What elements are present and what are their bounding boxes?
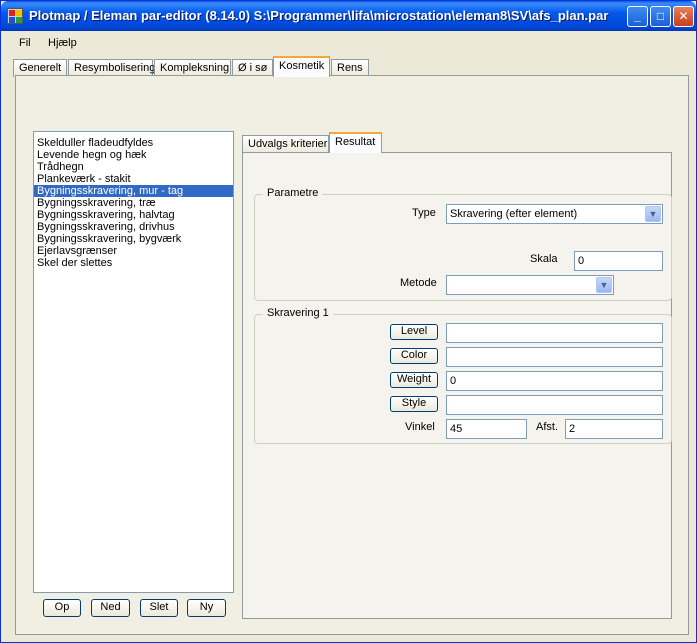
list-item[interactable]: Bygningsskravering, træ	[34, 197, 233, 209]
weight-input[interactable]: 0	[446, 371, 663, 391]
list-item-selected[interactable]: Bygningsskravering, mur - tag	[34, 185, 233, 197]
menu-hjaelp[interactable]: Hjælp	[48, 37, 77, 49]
skravering-group: Skravering 1 Level Color Weight 0 Style …	[254, 307, 672, 444]
afst-label: Afst.	[536, 421, 559, 433]
up-button[interactable]: Op	[43, 599, 81, 617]
metode-label: Metode	[400, 277, 437, 289]
afst-input[interactable]: 2	[565, 419, 663, 439]
metode-select[interactable]: ▼	[446, 275, 614, 295]
vinkel-input[interactable]: 45	[446, 419, 527, 439]
menu-fil[interactable]: Fil	[19, 37, 31, 49]
chevron-down-icon[interactable]: ▼	[645, 206, 661, 222]
down-button[interactable]: Ned	[91, 599, 130, 617]
color-input[interactable]	[446, 347, 663, 367]
type-select-value: Skravering (efter element)	[450, 208, 578, 220]
chevron-down-icon[interactable]: ▼	[596, 277, 612, 293]
skala-input[interactable]: 0	[574, 251, 663, 271]
style-button[interactable]: Style	[390, 396, 438, 412]
list-item[interactable]: Trådhegn	[34, 161, 233, 173]
minimize-button[interactable]: _	[627, 6, 648, 27]
style-input[interactable]	[446, 395, 663, 415]
type-select[interactable]: Skravering (efter element) ▼	[446, 204, 663, 224]
tab-udvalgs-kriterier[interactable]: Udvalgs kriterier	[242, 135, 329, 153]
list-item[interactable]: Plankeværk - stakit	[34, 173, 233, 185]
title-bar[interactable]: Plotmap / Eleman par-editor (8.14.0) S:\…	[1, 1, 696, 31]
list-item[interactable]: Ejerlavsgrænser	[34, 245, 233, 257]
skala-label: Skala	[530, 253, 558, 265]
level-input[interactable]	[446, 323, 663, 343]
weight-button[interactable]: Weight	[390, 372, 438, 388]
parametre-group-title: Parametre	[263, 187, 323, 199]
color-button[interactable]: Color	[390, 348, 438, 364]
level-button[interactable]: Level	[390, 324, 438, 340]
vinkel-label: Vinkel	[405, 421, 435, 433]
parametre-group: Parametre Type Skravering (efter element…	[254, 187, 672, 301]
list-item[interactable]: Bygningsskravering, halvtag	[34, 209, 233, 221]
tab-resultat[interactable]: Resultat	[329, 132, 382, 153]
skravering-group-title: Skravering 1	[263, 307, 333, 319]
list-item[interactable]: Bygningsskravering, drivhus	[34, 221, 233, 233]
maximize-button[interactable]: □	[650, 6, 671, 27]
menu-bar: Fil Hjælp	[1, 31, 696, 53]
list-item[interactable]: Skelduller fladeudfyldes	[34, 137, 233, 149]
tab-kosmetik[interactable]: Kosmetik	[273, 56, 330, 77]
close-button[interactable]: ✕	[673, 6, 694, 27]
resultat-panel: Parametre Type Skravering (efter element…	[242, 152, 672, 619]
type-label: Type	[412, 207, 436, 219]
list-item[interactable]: Skel der slettes	[34, 257, 233, 269]
window-title: Plotmap / Eleman par-editor (8.14.0) S:\…	[29, 8, 609, 23]
rule-listbox[interactable]: Skelduller fladeudfyldes Levende hegn og…	[33, 131, 234, 593]
list-item[interactable]: Levende hegn og hæk	[34, 149, 233, 161]
delete-button[interactable]: Slet	[140, 599, 178, 617]
app-icon[interactable]	[7, 8, 23, 24]
app-window: Plotmap / Eleman par-editor (8.14.0) S:\…	[0, 0, 697, 643]
list-item[interactable]: Bygningsskravering, bygværk	[34, 233, 233, 245]
new-button[interactable]: Ny	[187, 599, 226, 617]
